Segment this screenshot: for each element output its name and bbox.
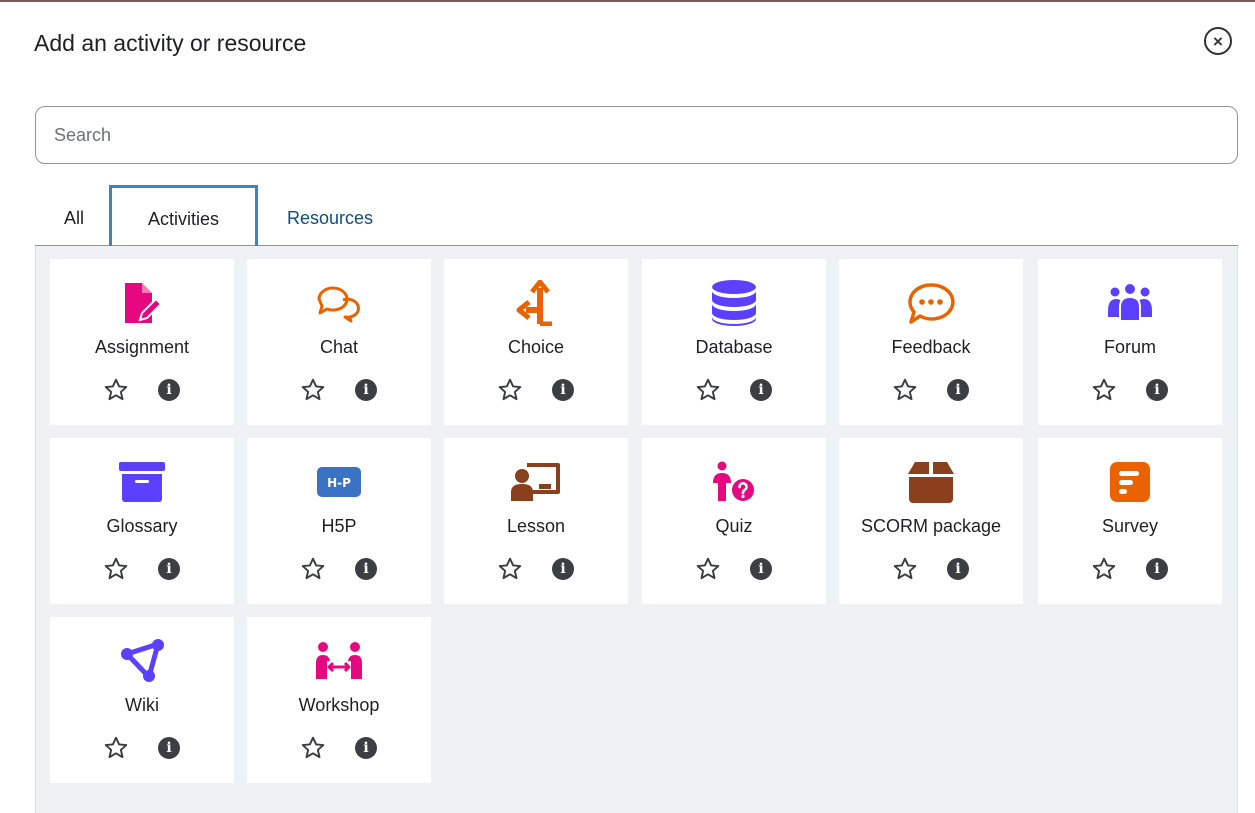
activity-label: Workshop bbox=[298, 695, 380, 715]
activity-card-choice[interactable]: Choice i bbox=[444, 259, 628, 425]
activity-card-workshop[interactable]: Workshop i bbox=[247, 617, 431, 783]
tab-activities[interactable]: Activities bbox=[109, 185, 258, 249]
info-icon[interactable]: i bbox=[552, 379, 574, 401]
choice-icon bbox=[444, 279, 628, 327]
wiki-icon bbox=[50, 637, 234, 685]
info-icon[interactable]: i bbox=[750, 379, 772, 401]
info-icon[interactable]: i bbox=[355, 379, 377, 401]
tab-resources[interactable]: Resources bbox=[275, 185, 385, 245]
info-icon[interactable]: i bbox=[947, 558, 969, 580]
star-icon[interactable] bbox=[103, 377, 129, 403]
star-icon[interactable] bbox=[892, 377, 918, 403]
database-icon bbox=[642, 279, 826, 327]
activity-card-wiki[interactable]: Wiki i bbox=[50, 617, 234, 783]
star-icon[interactable] bbox=[300, 735, 326, 761]
info-icon[interactable]: i bbox=[750, 558, 772, 580]
activity-card-quiz[interactable]: Quiz i bbox=[642, 438, 826, 604]
star-icon[interactable] bbox=[300, 377, 326, 403]
activity-label: Survey bbox=[1101, 516, 1159, 536]
activity-label: Quiz bbox=[715, 516, 753, 536]
star-icon[interactable] bbox=[892, 556, 918, 582]
activity-card-lesson[interactable]: Lesson i bbox=[444, 438, 628, 604]
activity-grid: Assignment i Chat i Choice i Database i … bbox=[35, 246, 1238, 813]
survey-icon bbox=[1038, 458, 1222, 506]
activity-card-database[interactable]: Database i bbox=[642, 259, 826, 425]
activity-label: Forum bbox=[1103, 337, 1156, 357]
activity-label: Database bbox=[695, 337, 773, 357]
modal-top-border bbox=[0, 0, 1255, 2]
activity-label: Chat bbox=[319, 337, 359, 357]
close-icon[interactable]: × bbox=[1204, 27, 1232, 55]
info-icon[interactable]: i bbox=[158, 737, 180, 759]
h5p-icon-text: H-P bbox=[327, 476, 351, 490]
activity-card-scorm-package[interactable]: SCORM package i bbox=[839, 438, 1023, 604]
star-icon[interactable] bbox=[695, 377, 721, 403]
info-icon[interactable]: i bbox=[158, 558, 180, 580]
workshop-icon bbox=[247, 637, 431, 685]
star-icon[interactable] bbox=[1091, 377, 1117, 403]
star-icon[interactable] bbox=[497, 377, 523, 403]
search-input[interactable] bbox=[35, 106, 1238, 164]
tab-all[interactable]: All bbox=[59, 185, 89, 245]
info-icon[interactable]: i bbox=[552, 558, 574, 580]
activity-card-survey[interactable]: Survey i bbox=[1038, 438, 1222, 604]
star-icon[interactable] bbox=[103, 556, 129, 582]
activity-label: Choice bbox=[507, 337, 565, 357]
info-icon[interactable]: i bbox=[355, 737, 377, 759]
info-icon[interactable]: i bbox=[158, 379, 180, 401]
activity-label: Lesson bbox=[506, 516, 566, 536]
info-icon[interactable]: i bbox=[355, 558, 377, 580]
star-icon[interactable] bbox=[300, 556, 326, 582]
lesson-icon bbox=[444, 458, 628, 506]
star-icon[interactable] bbox=[1091, 556, 1117, 582]
activity-card-forum[interactable]: Forum i bbox=[1038, 259, 1222, 425]
activity-card-chat[interactable]: Chat i bbox=[247, 259, 431, 425]
info-icon[interactable]: i bbox=[1146, 558, 1168, 580]
info-icon[interactable]: i bbox=[1146, 379, 1168, 401]
activity-card-assignment[interactable]: Assignment i bbox=[50, 259, 234, 425]
tab-bar: All Activities Resources bbox=[35, 185, 1238, 249]
star-icon[interactable] bbox=[103, 735, 129, 761]
modal-title: Add an activity or resource bbox=[34, 30, 307, 56]
glossary-icon bbox=[50, 458, 234, 506]
activity-card-h5p[interactable]: H-P H5P i bbox=[247, 438, 431, 604]
feedback-icon bbox=[839, 279, 1023, 327]
activity-label: Glossary bbox=[106, 516, 178, 536]
chat-icon bbox=[247, 279, 431, 327]
h5p-icon: H-P bbox=[247, 458, 431, 506]
activity-card-feedback[interactable]: Feedback i bbox=[839, 259, 1023, 425]
activity-label: H5P bbox=[321, 516, 357, 536]
activity-card-glossary[interactable]: Glossary i bbox=[50, 438, 234, 604]
activity-label: Assignment bbox=[94, 337, 190, 357]
activity-label: Wiki bbox=[125, 695, 159, 715]
assignment-icon bbox=[50, 279, 234, 327]
scorm-package-icon bbox=[839, 458, 1023, 506]
forum-icon bbox=[1038, 279, 1222, 327]
activity-label: SCORM package bbox=[860, 516, 1002, 536]
star-icon[interactable] bbox=[695, 556, 721, 582]
star-icon[interactable] bbox=[497, 556, 523, 582]
activity-label: Feedback bbox=[891, 337, 971, 357]
info-icon[interactable]: i bbox=[947, 379, 969, 401]
quiz-icon bbox=[642, 458, 826, 506]
